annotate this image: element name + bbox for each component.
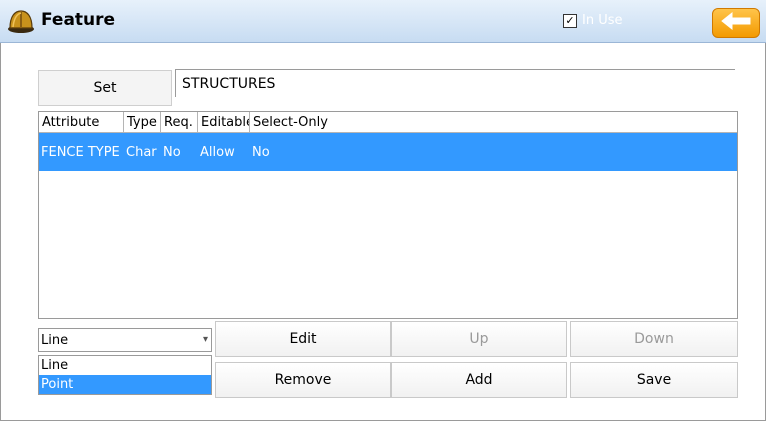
cell-editable: Allow <box>200 144 235 160</box>
dropdown-option-point[interactable]: Point <box>39 375 211 394</box>
chevron-down-icon: ▾ <box>202 334 208 345</box>
geometry-type-select[interactable]: Line ▾ <box>38 328 212 352</box>
table-header: Attribute Type Req. Editable Select-Only <box>39 112 737 133</box>
geometry-type-dropdown: Line Point <box>38 355 212 395</box>
cell-type: Char <box>126 144 157 160</box>
column-header-select-only[interactable]: Select-Only <box>250 112 370 132</box>
column-header-editable[interactable]: Editable <box>198 112 250 132</box>
up-button[interactable]: Up <box>391 321 567 357</box>
arrow-left-icon <box>720 11 752 35</box>
table-row[interactable]: FENCE TYPE Char No Allow No <box>39 133 737 171</box>
window-title: Feature <box>41 10 116 30</box>
set-button[interactable]: Set <box>38 70 172 106</box>
column-header-type[interactable]: Type <box>124 112 161 132</box>
checkbox-checked-icon: ✓ <box>563 13 577 28</box>
in-use-label: In Use <box>582 13 623 28</box>
column-header-req[interactable]: Req. <box>161 112 198 132</box>
add-button[interactable]: Add <box>391 362 567 398</box>
dropdown-option-line[interactable]: Line <box>39 356 211 375</box>
back-button[interactable] <box>712 8 760 38</box>
helmet-icon <box>7 8 35 34</box>
edit-button[interactable]: Edit <box>215 321 391 357</box>
set-name-field[interactable]: STRUCTURES <box>175 69 735 97</box>
column-header-attribute[interactable]: Attribute <box>39 112 124 132</box>
in-use-checkbox[interactable]: ✓ In Use <box>563 13 623 28</box>
title-bar: Feature ✓ In Use <box>0 0 766 43</box>
save-button[interactable]: Save <box>570 362 738 398</box>
select-value: Line <box>41 332 69 348</box>
cell-attribute: FENCE TYPE <box>41 144 120 160</box>
cell-select-only: No <box>252 144 270 160</box>
down-button[interactable]: Down <box>570 321 738 357</box>
attribute-table: Attribute Type Req. Editable Select-Only… <box>38 111 738 319</box>
cell-req: No <box>163 144 181 160</box>
remove-button[interactable]: Remove <box>215 362 391 398</box>
